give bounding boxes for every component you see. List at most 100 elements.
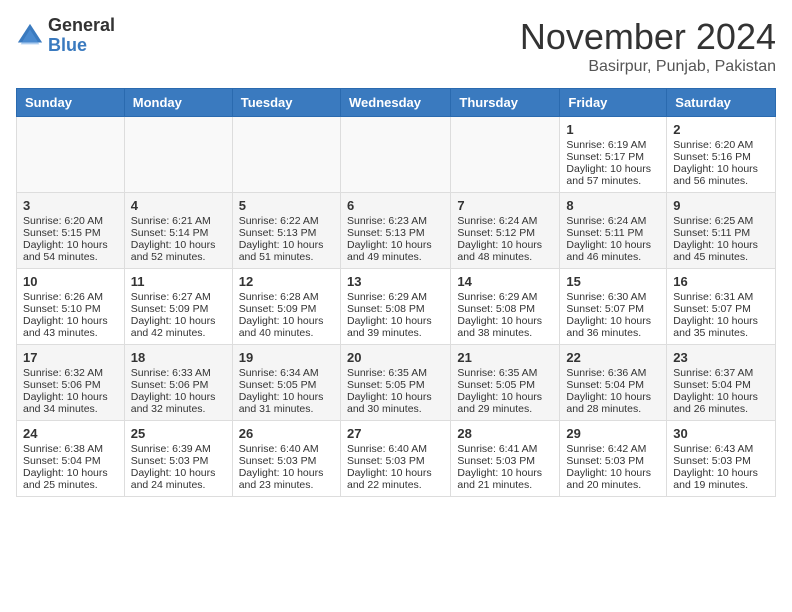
day-info: Sunrise: 6:24 AM xyxy=(566,215,660,227)
calendar-cell: 2Sunrise: 6:20 AMSunset: 5:16 PMDaylight… xyxy=(667,117,776,193)
day-info: Daylight: 10 hours and 35 minutes. xyxy=(673,315,769,339)
day-info: Daylight: 10 hours and 22 minutes. xyxy=(347,467,444,491)
day-info: Sunset: 5:13 PM xyxy=(239,227,334,239)
day-info: Daylight: 10 hours and 30 minutes. xyxy=(347,391,444,415)
day-info: Sunrise: 6:38 AM xyxy=(23,443,118,455)
day-info: Daylight: 10 hours and 38 minutes. xyxy=(457,315,553,339)
day-info: Sunset: 5:03 PM xyxy=(347,455,444,467)
day-info: Daylight: 10 hours and 25 minutes. xyxy=(23,467,118,491)
day-info: Sunrise: 6:23 AM xyxy=(347,215,444,227)
day-info: Sunset: 5:11 PM xyxy=(673,227,769,239)
day-info: Sunrise: 6:24 AM xyxy=(457,215,553,227)
day-number: 25 xyxy=(131,426,226,441)
day-info: Daylight: 10 hours and 43 minutes. xyxy=(23,315,118,339)
calendar-cell: 28Sunrise: 6:41 AMSunset: 5:03 PMDayligh… xyxy=(451,421,560,497)
location-title: Basirpur, Punjab, Pakistan xyxy=(520,58,776,76)
day-info: Sunset: 5:04 PM xyxy=(23,455,118,467)
day-info: Daylight: 10 hours and 39 minutes. xyxy=(347,315,444,339)
day-info: Sunset: 5:16 PM xyxy=(673,151,769,163)
day-info: Sunrise: 6:40 AM xyxy=(239,443,334,455)
calendar-cell: 4Sunrise: 6:21 AMSunset: 5:14 PMDaylight… xyxy=(124,193,232,269)
day-info: Sunrise: 6:35 AM xyxy=(347,367,444,379)
logo: General Blue xyxy=(16,16,115,56)
calendar-cell: 12Sunrise: 6:28 AMSunset: 5:09 PMDayligh… xyxy=(232,269,340,345)
day-info: Daylight: 10 hours and 51 minutes. xyxy=(239,239,334,263)
day-info: Sunset: 5:04 PM xyxy=(566,379,660,391)
weekday-header-wednesday: Wednesday xyxy=(340,89,450,117)
day-info: Sunrise: 6:29 AM xyxy=(347,291,444,303)
day-info: Sunset: 5:09 PM xyxy=(239,303,334,315)
day-number: 2 xyxy=(673,122,769,137)
calendar-cell: 22Sunrise: 6:36 AMSunset: 5:04 PMDayligh… xyxy=(560,345,667,421)
day-number: 12 xyxy=(239,274,334,289)
day-info: Sunset: 5:13 PM xyxy=(347,227,444,239)
day-info: Sunset: 5:06 PM xyxy=(131,379,226,391)
day-number: 11 xyxy=(131,274,226,289)
day-number: 20 xyxy=(347,350,444,365)
day-info: Daylight: 10 hours and 29 minutes. xyxy=(457,391,553,415)
calendar-cell: 25Sunrise: 6:39 AMSunset: 5:03 PMDayligh… xyxy=(124,421,232,497)
day-info: Sunrise: 6:41 AM xyxy=(457,443,553,455)
day-number: 4 xyxy=(131,198,226,213)
day-info: Sunrise: 6:26 AM xyxy=(23,291,118,303)
logo-text: General Blue xyxy=(48,16,115,56)
weekday-header-row: SundayMondayTuesdayWednesdayThursdayFrid… xyxy=(17,89,776,117)
calendar-cell: 18Sunrise: 6:33 AMSunset: 5:06 PMDayligh… xyxy=(124,345,232,421)
calendar-cell: 14Sunrise: 6:29 AMSunset: 5:08 PMDayligh… xyxy=(451,269,560,345)
day-info: Sunset: 5:07 PM xyxy=(673,303,769,315)
month-title: November 2024 xyxy=(520,16,776,58)
day-number: 10 xyxy=(23,274,118,289)
calendar-cell: 15Sunrise: 6:30 AMSunset: 5:07 PMDayligh… xyxy=(560,269,667,345)
day-info: Sunrise: 6:40 AM xyxy=(347,443,444,455)
day-info: Daylight: 10 hours and 20 minutes. xyxy=(566,467,660,491)
day-info: Sunset: 5:10 PM xyxy=(23,303,118,315)
day-info: Daylight: 10 hours and 40 minutes. xyxy=(239,315,334,339)
day-info: Daylight: 10 hours and 26 minutes. xyxy=(673,391,769,415)
day-info: Sunrise: 6:35 AM xyxy=(457,367,553,379)
calendar-cell: 3Sunrise: 6:20 AMSunset: 5:15 PMDaylight… xyxy=(17,193,125,269)
day-info: Sunrise: 6:34 AM xyxy=(239,367,334,379)
day-info: Sunrise: 6:19 AM xyxy=(566,139,660,151)
day-info: Sunrise: 6:29 AM xyxy=(457,291,553,303)
calendar-cell: 16Sunrise: 6:31 AMSunset: 5:07 PMDayligh… xyxy=(667,269,776,345)
calendar-cell: 13Sunrise: 6:29 AMSunset: 5:08 PMDayligh… xyxy=(340,269,450,345)
day-info: Sunset: 5:06 PM xyxy=(23,379,118,391)
day-info: Sunset: 5:05 PM xyxy=(457,379,553,391)
day-info: Sunset: 5:08 PM xyxy=(457,303,553,315)
day-number: 18 xyxy=(131,350,226,365)
weekday-header-friday: Friday xyxy=(560,89,667,117)
day-info: Sunset: 5:11 PM xyxy=(566,227,660,239)
calendar-table: SundayMondayTuesdayWednesdayThursdayFrid… xyxy=(16,88,776,497)
calendar-cell xyxy=(340,117,450,193)
calendar-cell: 11Sunrise: 6:27 AMSunset: 5:09 PMDayligh… xyxy=(124,269,232,345)
weekday-header-monday: Monday xyxy=(124,89,232,117)
day-info: Daylight: 10 hours and 28 minutes. xyxy=(566,391,660,415)
logo-general: General xyxy=(48,16,115,36)
day-info: Sunset: 5:03 PM xyxy=(239,455,334,467)
day-info: Sunset: 5:03 PM xyxy=(457,455,553,467)
day-number: 16 xyxy=(673,274,769,289)
calendar-cell xyxy=(17,117,125,193)
day-info: Sunset: 5:05 PM xyxy=(239,379,334,391)
day-number: 29 xyxy=(566,426,660,441)
day-number: 27 xyxy=(347,426,444,441)
calendar-cell xyxy=(232,117,340,193)
day-number: 7 xyxy=(457,198,553,213)
day-number: 30 xyxy=(673,426,769,441)
day-info: Sunset: 5:04 PM xyxy=(673,379,769,391)
day-info: Daylight: 10 hours and 21 minutes. xyxy=(457,467,553,491)
title-block: November 2024 Basirpur, Punjab, Pakistan xyxy=(520,16,776,76)
day-number: 13 xyxy=(347,274,444,289)
day-info: Sunset: 5:03 PM xyxy=(131,455,226,467)
day-info: Sunrise: 6:25 AM xyxy=(673,215,769,227)
calendar-cell xyxy=(124,117,232,193)
day-info: Sunrise: 6:43 AM xyxy=(673,443,769,455)
logo-icon xyxy=(16,22,44,50)
day-info: Daylight: 10 hours and 52 minutes. xyxy=(131,239,226,263)
day-number: 24 xyxy=(23,426,118,441)
day-info: Sunset: 5:05 PM xyxy=(347,379,444,391)
day-info: Daylight: 10 hours and 31 minutes. xyxy=(239,391,334,415)
logo-blue: Blue xyxy=(48,36,115,56)
day-number: 15 xyxy=(566,274,660,289)
calendar-week-1: 1Sunrise: 6:19 AMSunset: 5:17 PMDaylight… xyxy=(17,117,776,193)
